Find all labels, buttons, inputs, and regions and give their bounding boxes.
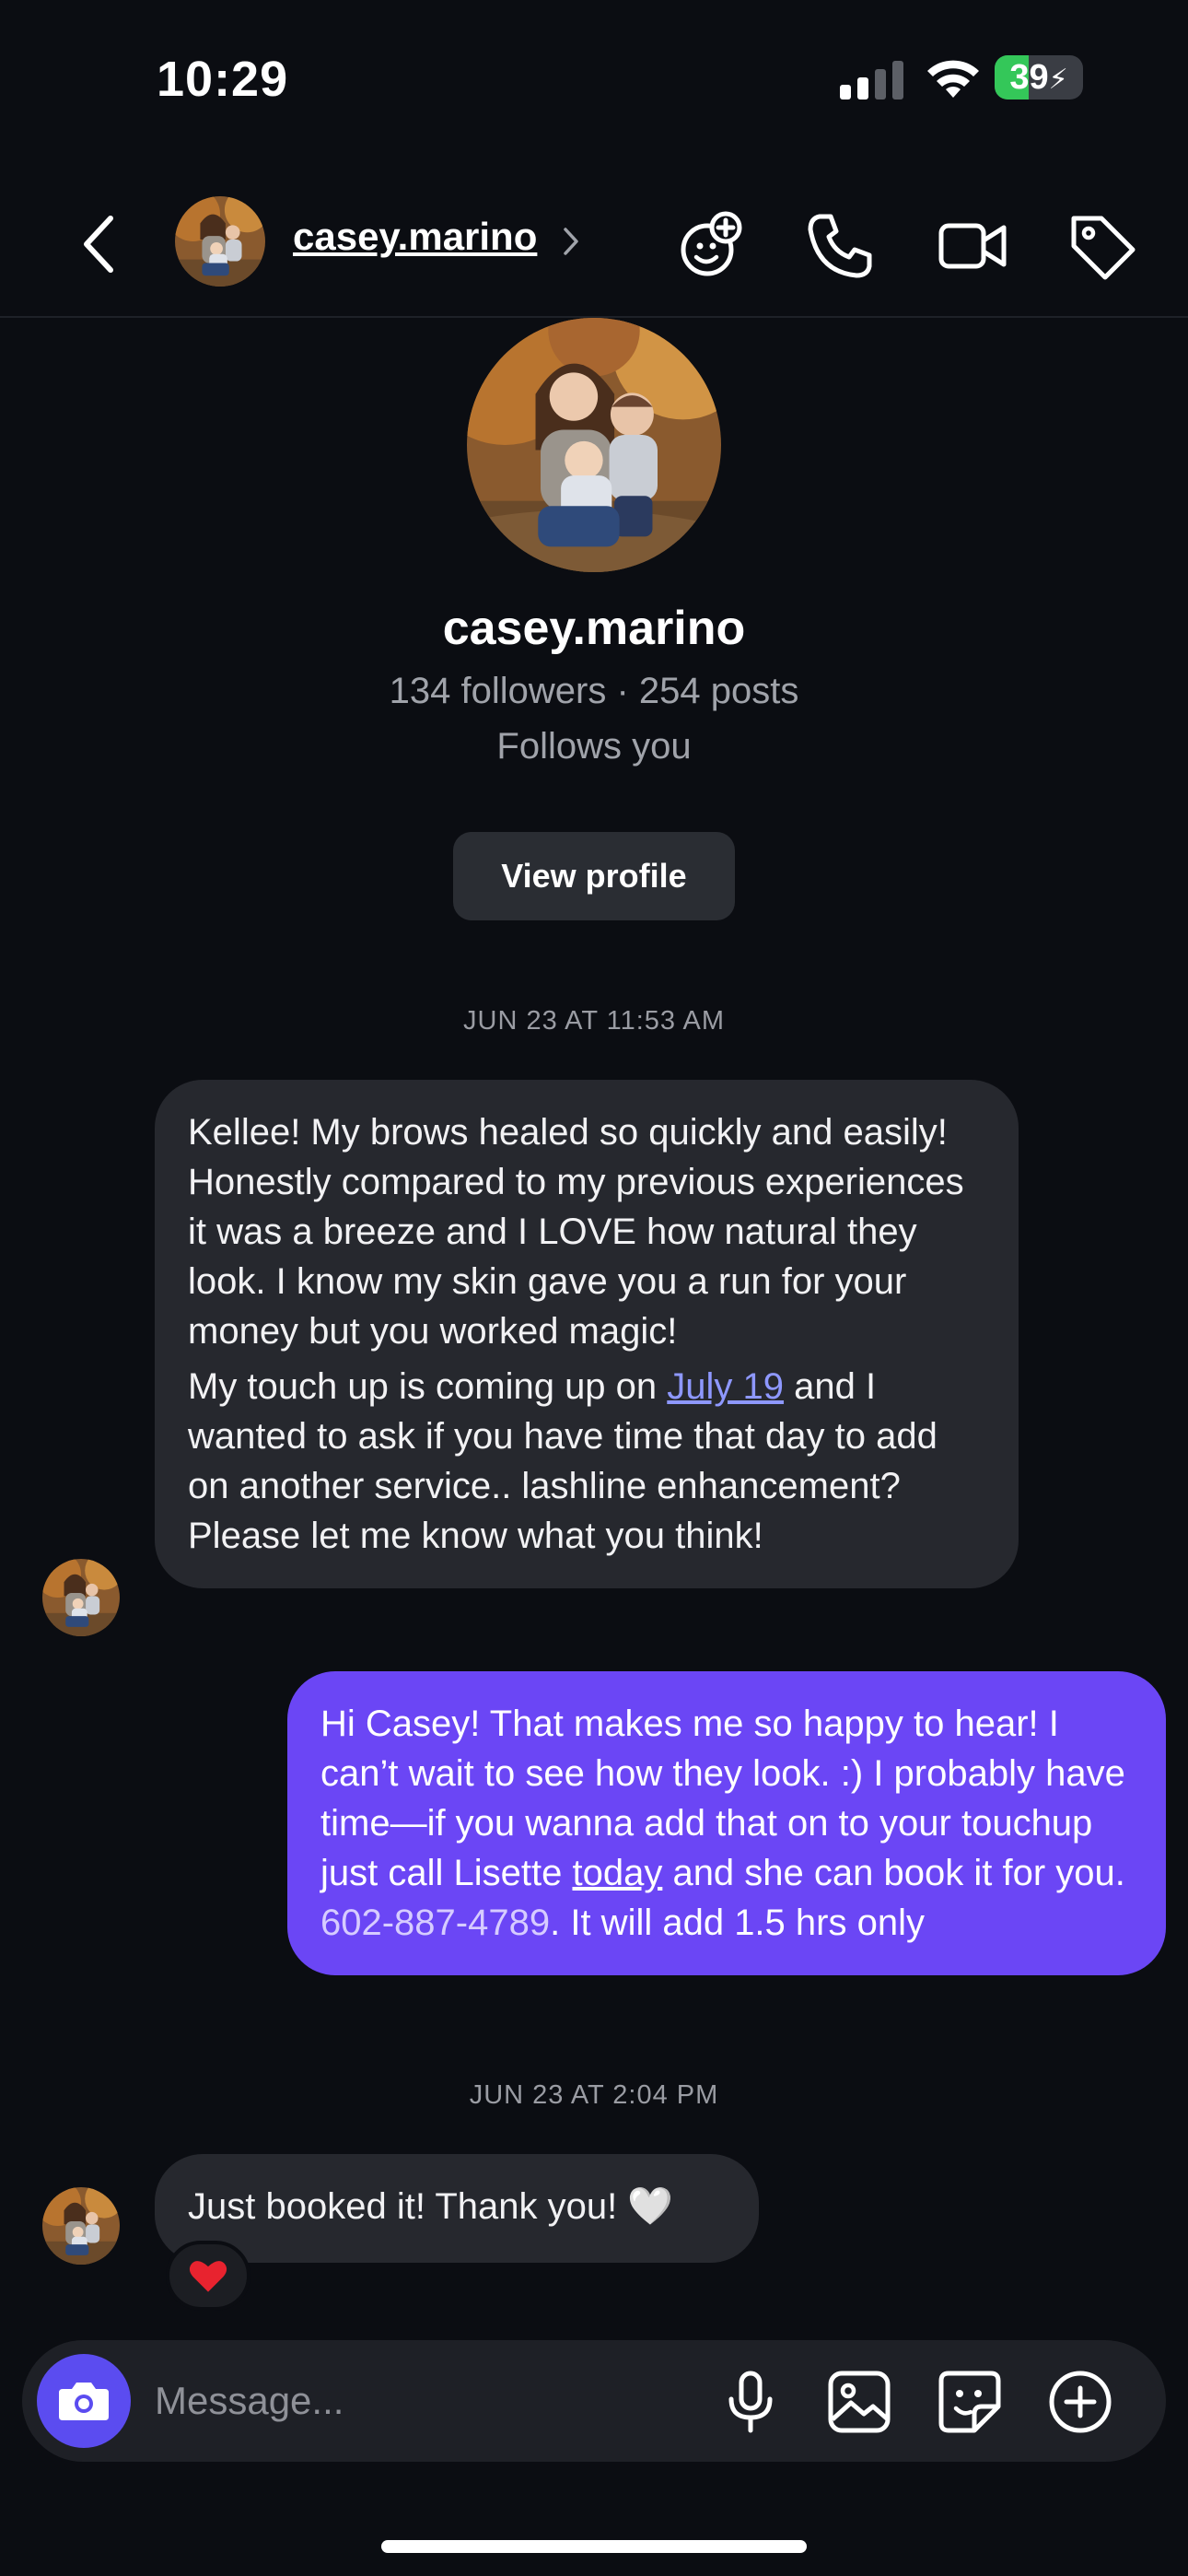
outgoing-message-bubble[interactable]: Hi Casey! That makes me so happy to hear… bbox=[287, 1671, 1166, 1975]
cellular-signal-icon bbox=[840, 61, 903, 100]
status-time: 10:29 bbox=[157, 52, 289, 107]
heart-reaction-icon bbox=[189, 2261, 227, 2292]
battery-level: 39⚡ bbox=[1009, 58, 1068, 97]
avatar-photo bbox=[467, 318, 721, 572]
phone-icon[interactable] bbox=[801, 207, 879, 285]
message-composer bbox=[22, 2340, 1166, 2462]
battery-indicator: 39⚡ bbox=[995, 55, 1083, 100]
sender-avatar[interactable] bbox=[42, 1559, 120, 1636]
message-text: Hi Casey! That makes me so happy to hear… bbox=[320, 1704, 1125, 1943]
profile-avatar[interactable] bbox=[467, 318, 721, 572]
back-button[interactable] bbox=[72, 207, 127, 281]
message-reaction[interactable] bbox=[166, 2241, 250, 2311]
status-bar: 10:29 39⚡ bbox=[0, 0, 1188, 161]
date-link[interactable]: July 19 bbox=[667, 1366, 784, 1407]
sender-avatar[interactable] bbox=[42, 2187, 120, 2265]
incoming-message-bubble[interactable]: Just booked it! Thank you! 🤍 bbox=[155, 2154, 759, 2263]
sticker-icon[interactable] bbox=[936, 2368, 1004, 2436]
follows-you-label: Follows you bbox=[496, 726, 692, 767]
wifi-icon bbox=[927, 60, 979, 98]
home-indicator[interactable] bbox=[381, 2540, 807, 2553]
message-timestamp: JUN 23 AT 2:04 PM bbox=[469, 2080, 719, 2110]
charging-bolt-icon: ⚡ bbox=[1048, 64, 1068, 95]
profile-name: casey.marino bbox=[442, 602, 746, 655]
incoming-message-bubble[interactable]: Kellee! My brows healed so quickly and e… bbox=[155, 1080, 1019, 1588]
avatar-photo bbox=[42, 1559, 120, 1636]
camera-button[interactable] bbox=[37, 2354, 131, 2448]
image-icon[interactable] bbox=[825, 2368, 893, 2436]
plus-circle-icon[interactable] bbox=[1046, 2368, 1114, 2436]
profile-stats: 134 followers · 254 posts bbox=[389, 671, 799, 711]
message-text: My touch up is coming up on July 19 and … bbox=[188, 1366, 938, 1556]
message-text: Kellee! My brows healed so quickly and e… bbox=[188, 1112, 964, 1352]
message-text: Just booked it! Thank you! 🤍 bbox=[188, 2186, 674, 2227]
chevron-right-icon[interactable] bbox=[562, 224, 582, 259]
tag-icon[interactable] bbox=[1063, 207, 1140, 285]
header-username[interactable]: casey.marino bbox=[293, 215, 537, 259]
microphone-icon[interactable] bbox=[716, 2368, 785, 2436]
camera-icon bbox=[59, 2383, 109, 2420]
today-link[interactable]: today bbox=[572, 1853, 662, 1893]
conversation-header: casey.marino bbox=[0, 180, 1188, 318]
avatar-photo bbox=[175, 196, 265, 287]
avatar-photo bbox=[42, 2187, 120, 2265]
header-avatar[interactable] bbox=[175, 196, 265, 287]
face-sparkle-icon[interactable] bbox=[672, 207, 750, 285]
message-input[interactable] bbox=[155, 2373, 707, 2429]
view-profile-button[interactable]: View profile bbox=[453, 832, 735, 920]
phone-number-link[interactable]: 602-887-4789 bbox=[320, 1903, 550, 1943]
message-timestamp: JUN 23 AT 11:53 AM bbox=[463, 1006, 725, 1036]
video-camera-icon[interactable] bbox=[934, 207, 1011, 285]
